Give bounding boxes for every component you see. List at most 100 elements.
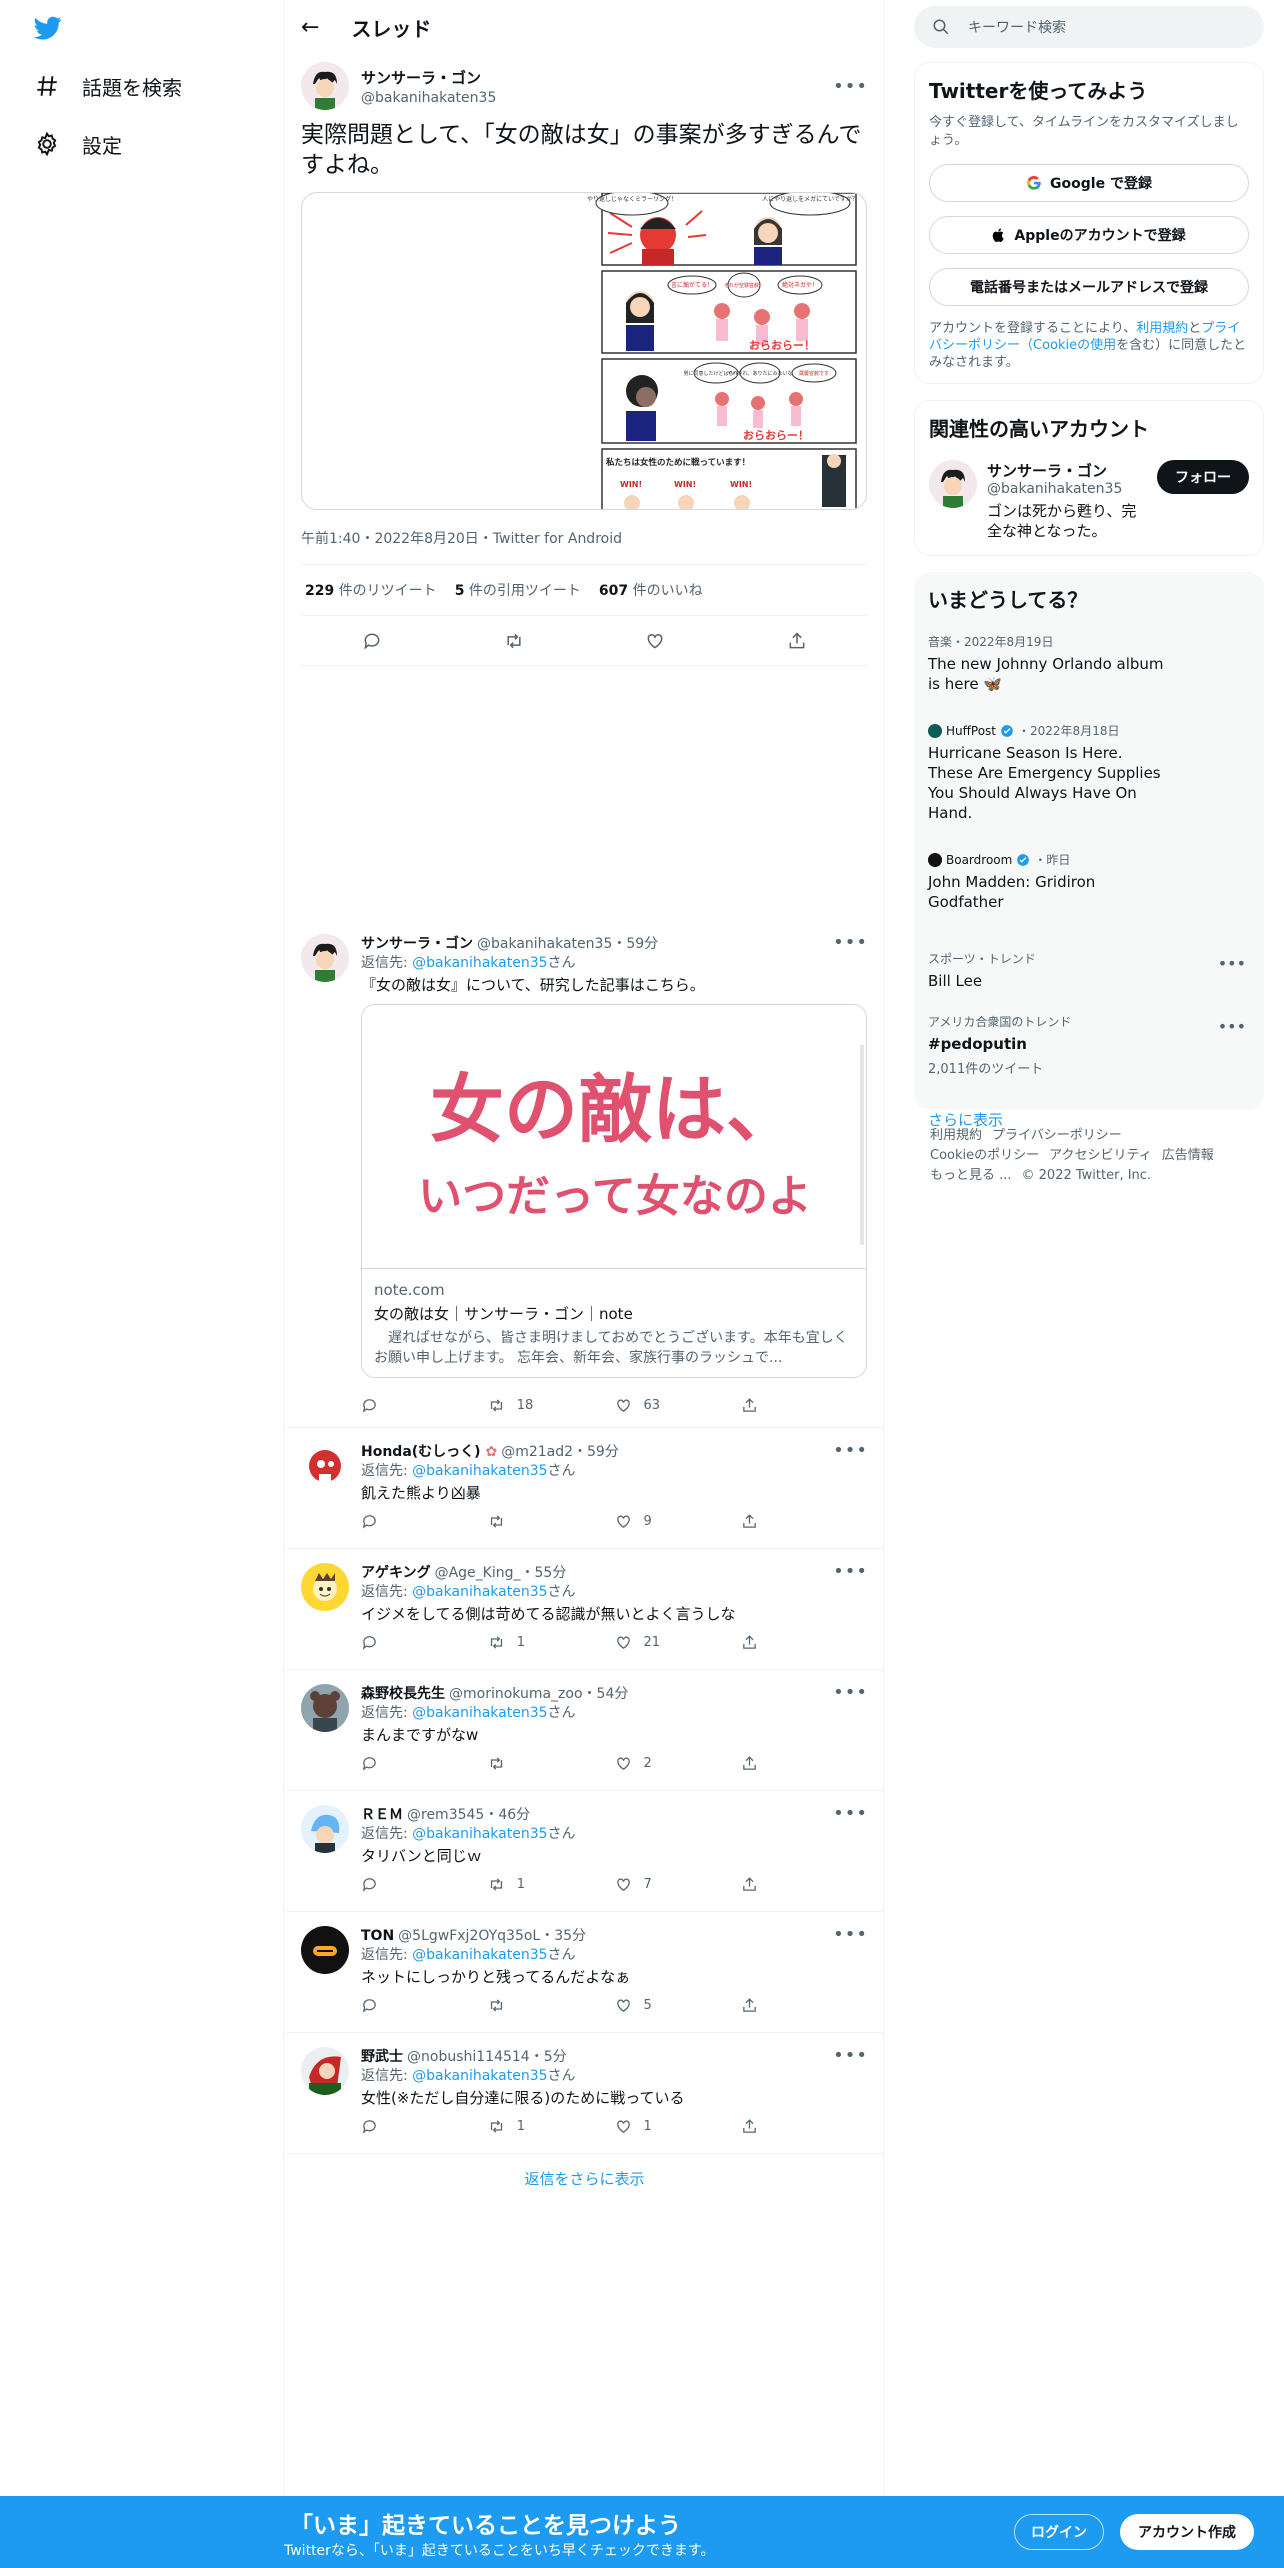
reply-handle-time[interactable]: @bakanihakaten35・59分 [477,933,833,953]
reply-handle-time[interactable]: @rem3545・46分 [407,1804,833,1824]
reply-action[interactable] [361,1397,488,1414]
reply-icon[interactable] [362,631,382,651]
tweet-timestamp[interactable]: 午前1:40・2022年8月20日・Twitter for Android [301,528,868,550]
reply-author-name[interactable]: アゲキング [361,1562,431,1582]
trend-item[interactable]: 音楽・2022年8月19日 The new Johnny Orlando alb… [928,633,1250,694]
footer-terms-link[interactable]: 利用規約 [930,1128,982,1143]
link-card[interactable]: 女の敵は、 いつだって女なのよ note.com 女の敵は女｜サンサーラ・ゴン｜… [361,1004,867,1378]
avatar[interactable] [301,1684,349,1732]
retweet-action[interactable]: 18 [488,1397,615,1414]
more-options-icon[interactable]: ••• [833,1440,868,1461]
show-more-replies-link[interactable]: 返信をさらに表示 [285,2156,884,2202]
share-action[interactable] [741,1397,868,1414]
reply-tweet[interactable]: TON @5LgwFxj2OYq35oL・35分 ••• 返信先: @bakan… [285,1912,884,2033]
footer-ads-link[interactable]: 広告情報 [1162,1148,1214,1163]
terms-link[interactable]: 利用規約 [1136,321,1188,336]
reply-action[interactable] [361,1876,488,1893]
retweet-action[interactable]: 1 [488,1634,615,1651]
reply-author-name[interactable]: サンサーラ・ゴン [361,933,473,953]
share-action[interactable] [741,1876,868,1893]
reply-to-link[interactable]: @bakanihakaten35 [412,955,547,971]
more-options-icon[interactable]: ••• [833,1561,868,1582]
reply-tweet[interactable]: アゲキング @Age_King_・55分 ••• 返信先: @bakanihak… [285,1549,884,1670]
apple-signup-button[interactable]: Appleのアカウントで登録 [929,216,1249,254]
share-action[interactable] [741,1997,868,2014]
more-options-icon[interactable]: ••• [833,1924,868,1945]
footer-accessibility-link[interactable]: アクセシビリティ [1049,1148,1152,1163]
footer-cookie-link[interactable]: Cookieのポリシー [930,1148,1039,1163]
reply-author-name[interactable]: 森野校長先生 [361,1683,445,1703]
like-action[interactable]: 2 [615,1755,742,1772]
tweet-media[interactable]: やり返しじゃなくミラーリング！ 人にやり返しをメガにていですか？ 言に煽がてる！… [301,192,867,510]
more-options-icon[interactable]: ••• [1218,954,1246,973]
more-options-icon[interactable]: ••• [833,1803,868,1824]
like-action[interactable]: 9 [615,1513,742,1530]
like-action[interactable]: 5 [615,1997,742,2014]
like-action[interactable]: 1 [615,2118,742,2135]
retweet-action[interactable] [488,1513,615,1530]
relevant-handle[interactable]: @bakanihakaten35 [987,481,1147,497]
reply-author-name[interactable]: TON [361,1928,394,1944]
reply-author-name[interactable]: Honda(むしっく) ✿ [361,1441,497,1461]
reply-action[interactable] [361,1513,488,1530]
retweet-stat[interactable]: 229 件のリツイート [305,580,437,600]
reply-tweet[interactable]: ＲＥＭ @rem3545・46分 ••• 返信先: @bakanihakaten… [285,1791,884,1912]
quote-stat[interactable]: 5 件の引用ツイート [455,580,581,600]
avatar[interactable] [301,1442,349,1490]
like-stat[interactable]: 607 件のいいね [599,580,703,600]
avatar[interactable] [301,934,349,982]
reply-handle-time[interactable]: @5LgwFxj2OYq35oL・35分 [398,1925,833,1945]
share-action[interactable] [741,1755,868,1772]
more-options-icon[interactable]: ••• [833,1682,868,1703]
follow-button[interactable]: フォロー [1157,460,1249,494]
like-action[interactable]: 21 [615,1634,742,1651]
google-signup-button[interactable]: Google で登録 [929,164,1249,202]
avatar[interactable] [929,460,977,508]
avatar[interactable] [301,2047,349,2095]
reply-to-link[interactable]: @bakanihakaten35 [412,1463,547,1479]
like-action[interactable]: 7 [615,1876,742,1893]
reply-handle-time[interactable]: @m21ad2・59分 [501,1441,833,1461]
back-arrow-icon[interactable]: ← [301,15,319,40]
more-options-icon[interactable]: ••• [833,2045,868,2066]
reply-tweet[interactable]: Honda(むしっく) ✿ @m21ad2・59分 ••• 返信先: @baka… [285,1428,884,1549]
footer-more-link[interactable]: もっと見る ... [930,1168,1012,1183]
reply-handle-time[interactable]: @nobushi114514・5分 [407,2046,833,2066]
phone-email-signup-button[interactable]: 電話番号またはメールアドレスで登録 [929,268,1249,306]
reply-tweet[interactable]: 森野校長先生 @morinokuma_zoo・54分 ••• 返信先: @bak… [285,1670,884,1791]
reply-to-link[interactable]: @bakanihakaten35 [412,1826,547,1842]
nav-explore[interactable]: 話題を検索 [34,68,182,104]
create-account-button[interactable]: アカウント作成 [1120,2514,1254,2550]
retweet-action[interactable] [488,1755,615,1772]
trend-item[interactable]: HuffPost ・2022年8月18日 Hurricane Season Is … [928,722,1250,823]
like-action[interactable]: 63 [615,1397,742,1414]
reply-to-link[interactable]: @bakanihakaten35 [412,1584,547,1600]
relevant-name[interactable]: サンサーラ・ゴン [987,460,1147,481]
avatar[interactable] [301,1805,349,1853]
share-action[interactable] [741,1513,868,1530]
cookie-link[interactable]: Cookieの使用 [1033,338,1116,353]
reply-action[interactable] [361,2118,488,2135]
retweet-action[interactable] [488,1997,615,2014]
reply-author-name[interactable]: 野武士 [361,2046,403,2066]
author-name[interactable]: サンサーラ・ゴン [361,67,821,88]
retweet-icon[interactable] [504,631,524,651]
trend-item[interactable]: アメリカ合衆国のトレンド #pedoputin 2,011件のツイート ••• [928,1013,1250,1077]
footer-privacy-link[interactable]: プライバシーポリシー [992,1128,1122,1143]
reply-action[interactable] [361,1755,488,1772]
trend-item[interactable]: スポーツ・トレンド Bill Lee ••• [928,950,1250,991]
reply-action[interactable] [361,1634,488,1651]
retweet-action[interactable]: 1 [488,1876,615,1893]
reply-to-link[interactable]: @bakanihakaten35 [412,1705,547,1721]
avatar[interactable] [301,1563,349,1611]
more-options-icon[interactable]: ••• [833,932,868,953]
share-icon[interactable] [787,631,807,651]
reply-handle-time[interactable]: @Age_King_・55分 [435,1562,834,1582]
author-handle[interactable]: @bakanihakaten35 [361,90,821,106]
more-options-icon[interactable]: ••• [1218,1017,1246,1036]
avatar[interactable] [301,62,349,110]
reply-tweet[interactable]: 野武士 @nobushi114514・5分 ••• 返信先: @bakaniha… [285,2033,884,2154]
reply-action[interactable] [361,1997,488,2014]
reply-author-name[interactable]: ＲＥＭ [361,1804,403,1824]
reply-tweet[interactable]: サンサーラ・ゴン @bakanihakaten35・59分 ••• 返信先: @… [285,920,884,1428]
